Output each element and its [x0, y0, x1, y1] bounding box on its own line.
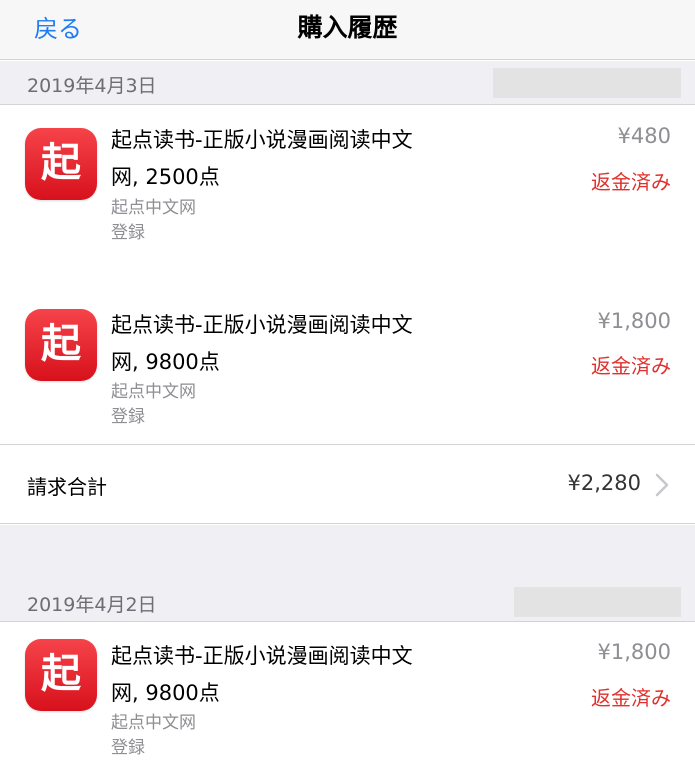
- refund-status: 返金済み: [591, 686, 671, 710]
- page-title: 購入履歴: [297, 13, 398, 42]
- item-kind: 登録: [111, 223, 145, 243]
- item-seller: 起点中文网: [111, 382, 196, 402]
- item-kind: 登録: [111, 738, 145, 758]
- total-value: ¥2,280: [567, 471, 641, 495]
- section-date: 2019年4月3日: [27, 75, 157, 97]
- purchase-item[interactable]: 起 起点读书-正版小说漫画阅读中文 网, 2500点 起点中文网 登録 ¥480…: [0, 106, 695, 276]
- billing-total-row[interactable]: 請求合計 ¥2,280: [0, 445, 695, 524]
- item-title-line1: 起点读书-正版小说漫画阅读中文: [111, 313, 413, 337]
- redacted-block: [493, 68, 681, 98]
- item-price: ¥480: [617, 124, 671, 148]
- item-seller: 起点中文网: [111, 713, 196, 733]
- item-price: ¥1,800: [597, 309, 671, 333]
- qidian-app-icon: 起: [25, 128, 97, 200]
- section-header-date: 2019年4月3日: [0, 61, 695, 105]
- section-date: 2019年4月2日: [27, 594, 157, 616]
- app-icon-glyph: 起: [41, 140, 81, 186]
- qidian-app-icon: 起: [25, 639, 97, 711]
- section-header-date: 2019年4月2日: [0, 582, 695, 622]
- item-title-line2: 网, 9800点: [111, 681, 220, 705]
- total-label: 請求合計: [27, 475, 107, 499]
- item-title-line1: 起点读书-正版小说漫画阅读中文: [111, 128, 413, 152]
- purchase-item[interactable]: 起 起点读书-正版小说漫画阅读中文 网, 9800点 起点中文网 登録 ¥1,8…: [0, 623, 695, 768]
- chevron-right-icon: [655, 473, 669, 497]
- refund-status: 返金済み: [591, 354, 671, 378]
- section-gap: [0, 525, 695, 582]
- purchase-history-screen: 戻る 購入履歴 2019年4月3日 起 起点读书-正版小说漫画阅读中文 网, 2…: [0, 0, 695, 768]
- qidian-app-icon: 起: [25, 309, 97, 381]
- navigation-bar: 戻る 購入履歴: [0, 0, 695, 60]
- item-title-line1: 起点读书-正版小说漫画阅读中文: [111, 644, 413, 668]
- item-price: ¥1,800: [597, 640, 671, 664]
- item-title-line2: 网, 9800点: [111, 350, 220, 374]
- item-seller: 起点中文网: [111, 198, 196, 218]
- refund-status: 返金済み: [591, 170, 671, 194]
- item-title-line2: 网, 2500点: [111, 165, 220, 189]
- redacted-block: [514, 587, 681, 617]
- app-icon-glyph: 起: [41, 651, 81, 697]
- item-kind: 登録: [111, 407, 145, 427]
- purchase-item[interactable]: 起 起点读书-正版小说漫画阅读中文 网, 9800点 起点中文网 登録 ¥1,8…: [0, 282, 695, 444]
- app-icon-glyph: 起: [41, 321, 81, 367]
